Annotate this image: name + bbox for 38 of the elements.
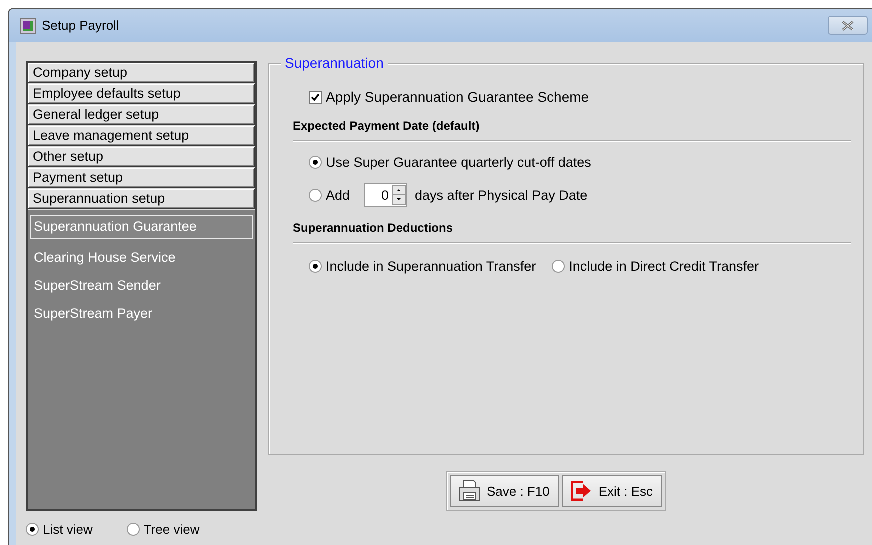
radio-button[interactable] — [309, 188, 322, 202]
radio-label: Include in Superannuation Transfer — [326, 259, 536, 274]
checkbox[interactable] — [309, 90, 322, 104]
window-title: Setup Payroll — [42, 18, 120, 33]
close-button[interactable] — [828, 16, 868, 35]
exit-button[interactable]: Exit : Esc — [562, 475, 662, 507]
exit-door-icon — [570, 481, 593, 501]
sidebar-item[interactable]: Other setup — [28, 147, 255, 167]
radio-button[interactable] — [309, 260, 322, 273]
radio-label: Include in Direct Credit Transfer — [569, 259, 759, 274]
spinner-arrows-icon[interactable] — [392, 185, 406, 205]
sidebar-item[interactable]: Leave management setup — [28, 126, 255, 146]
sidebar-item[interactable]: General ledger setup — [28, 105, 255, 125]
sidebar-subitem[interactable]: SuperStream Payer — [30, 301, 253, 327]
sidebar-item[interactable]: Payment setup — [28, 168, 255, 188]
number-spinner[interactable]: 0 — [364, 183, 408, 207]
sidebar-subitem[interactable]: Superannuation Guarantee — [30, 215, 253, 239]
radio-label: List view — [43, 522, 93, 537]
sidebar-subitem[interactable]: SuperStream Sender — [30, 273, 253, 299]
radio-label: Use Super Guarantee quarterly cut-off dates — [326, 155, 592, 170]
sidebar-item[interactable]: Superannuation setup — [28, 189, 255, 209]
radio-button[interactable] — [552, 260, 566, 273]
group-title: Superannuation — [281, 55, 388, 71]
sidebar-item[interactable]: Company setup — [28, 63, 255, 83]
radio-label: Tree view — [144, 522, 200, 537]
field-suffix: days after Physical Pay Date — [415, 188, 588, 202]
app-icon — [20, 18, 36, 34]
sidebar-subitem[interactable]: Clearing House Service — [30, 245, 253, 271]
radio-button[interactable] — [309, 156, 322, 169]
radio-button[interactable] — [126, 523, 140, 536]
sidebar-item[interactable]: Employee defaults setup — [28, 84, 255, 104]
checkbox-label: Apply Superannuation Guarantee Scheme — [326, 89, 590, 105]
section-heading: Superannuation Deductions — [293, 221, 454, 235]
radio-button[interactable] — [26, 523, 39, 536]
radio-label: Add — [326, 188, 350, 202]
section-heading: Expected Payment Date (default) — [293, 119, 481, 133]
save-button[interactable]: Save : F10 — [450, 475, 559, 507]
close-icon — [841, 20, 855, 30]
